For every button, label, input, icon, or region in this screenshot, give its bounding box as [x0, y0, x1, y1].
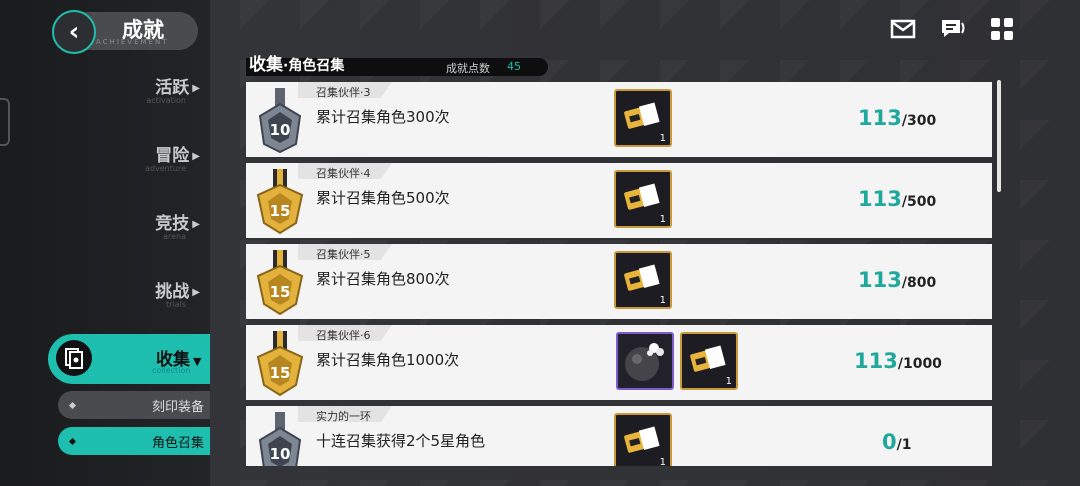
- subnav-engraved-gear[interactable]: 刻印装备: [58, 391, 210, 419]
- progress: 113/300: [858, 106, 937, 130]
- reward-ticket[interactable]: 1: [614, 170, 672, 228]
- nav-active-sub: collection: [152, 366, 191, 375]
- progress: 0/1: [882, 430, 912, 454]
- achievement-row[interactable]: 召集伙伴·6 累计召集角色1000次 15 1 113/1000: [246, 325, 992, 400]
- subnav-label: 角色召集: [151, 435, 204, 451]
- back-button[interactable]: ‹: [52, 10, 96, 54]
- points-value: 45: [507, 60, 521, 73]
- chevron-right-icon: ▶: [192, 286, 200, 298]
- collection-icon: [56, 340, 92, 376]
- achievement-desc: 十连召集获得2个5星角色: [316, 432, 486, 450]
- achievement-row[interactable]: 召集伙伴·4 累计召集角色500次 15 1 113/500: [246, 163, 992, 238]
- subnav-character-summon[interactable]: 角色召集: [58, 427, 210, 455]
- achievement-row[interactable]: 实力的一环 十连召集获得2个5星角色 10 1 0/1: [246, 406, 992, 466]
- achievement-row[interactable]: 召集伙伴·5 累计召集角色800次 15 1 113/800: [246, 244, 992, 319]
- progress: 113/800: [858, 268, 937, 292]
- reward-qty: 1: [725, 376, 732, 387]
- points-label: 成就点数: [446, 62, 490, 75]
- subnav-label: 刻印装备: [151, 399, 204, 415]
- nav-label: 冒险: [155, 146, 190, 166]
- silver-medal-icon: 10: [258, 88, 302, 154]
- achievement-desc: 累计召集角色1000次: [316, 351, 460, 369]
- nav-label: 挑战: [155, 282, 190, 302]
- gold-medal-icon: 15: [256, 331, 304, 397]
- nav-item-activation[interactable]: 活跃 ▶ activation: [146, 73, 200, 105]
- reward-qty: 1: [659, 457, 666, 466]
- svg-text:15: 15: [270, 283, 291, 301]
- reward-orb[interactable]: [616, 332, 674, 390]
- reward-ticket[interactable]: 1: [614, 251, 672, 309]
- svg-text:15: 15: [270, 202, 291, 220]
- progress: 113/500: [858, 187, 937, 211]
- page-subtitle: ACHIEVEMENT: [96, 38, 169, 46]
- section-title: 收集·角色召集: [249, 55, 345, 75]
- nav-label: 竞技: [155, 214, 190, 234]
- nav-item-trials[interactable]: 挑战 ▶ trials: [155, 277, 200, 309]
- nav-label: 活跃: [155, 78, 190, 98]
- svg-text:10: 10: [270, 445, 291, 463]
- reward-ticket[interactable]: 1: [680, 332, 738, 390]
- achievement-tag: 实力的一环: [316, 410, 371, 423]
- diamond-icon: [68, 437, 77, 445]
- nav-sub: activation: [146, 96, 186, 105]
- silver-medal-icon: 10: [258, 412, 302, 466]
- svg-text:10: 10: [270, 121, 291, 139]
- achievement-desc: 累计召集角色500次: [316, 189, 450, 207]
- mail-icon[interactable]: [890, 16, 916, 42]
- scrollbar[interactable]: [997, 80, 1001, 192]
- reward-ticket[interactable]: 1: [614, 413, 672, 466]
- achievement-tag: 召集伙伴·5: [316, 248, 371, 261]
- achievement-tag: 召集伙伴·3: [316, 86, 371, 99]
- achievement-tag: 召集伙伴·4: [316, 167, 371, 180]
- achievement-list[interactable]: 召集伙伴·3 累计召集角色300次 10 1 113/300 召集伙伴·4 累计…: [246, 82, 992, 466]
- progress: 113/1000: [854, 349, 942, 373]
- chevron-right-icon: ▶: [192, 150, 200, 162]
- reward-ticket[interactable]: 1: [614, 89, 672, 147]
- achievement-row[interactable]: 召集伙伴·3 累计召集角色300次 10 1 113/300: [246, 82, 992, 157]
- chevron-down-icon: ▼: [193, 355, 202, 368]
- achievement-desc: 累计召集角色300次: [316, 108, 450, 126]
- chevron-right-icon: ▶: [192, 82, 200, 94]
- reward-qty: 1: [659, 133, 666, 144]
- chat-icon[interactable]: [939, 16, 965, 42]
- reward-qty: 1: [659, 214, 666, 225]
- nav-item-arena[interactable]: 竞技 ▶ arena: [155, 209, 200, 241]
- nav-item-adventure[interactable]: 冒险 ▶ adventure: [145, 141, 200, 173]
- menu-grid-icon[interactable]: [989, 16, 1015, 42]
- gold-medal-icon: 15: [256, 250, 304, 316]
- gold-medal-icon: 15: [256, 169, 304, 235]
- orb-icon: [625, 343, 664, 381]
- edge-handle[interactable]: [0, 98, 10, 146]
- diamond-icon: [68, 401, 77, 409]
- reward-qty: 1: [659, 295, 666, 306]
- achievement-tag: 召集伙伴·6: [316, 329, 371, 342]
- chevron-right-icon: ▶: [192, 218, 200, 230]
- nav-sub: adventure: [145, 164, 186, 173]
- back-icon: ‹: [68, 17, 80, 47]
- svg-text:15: 15: [270, 364, 291, 382]
- achievement-desc: 累计召集角色800次: [316, 270, 450, 288]
